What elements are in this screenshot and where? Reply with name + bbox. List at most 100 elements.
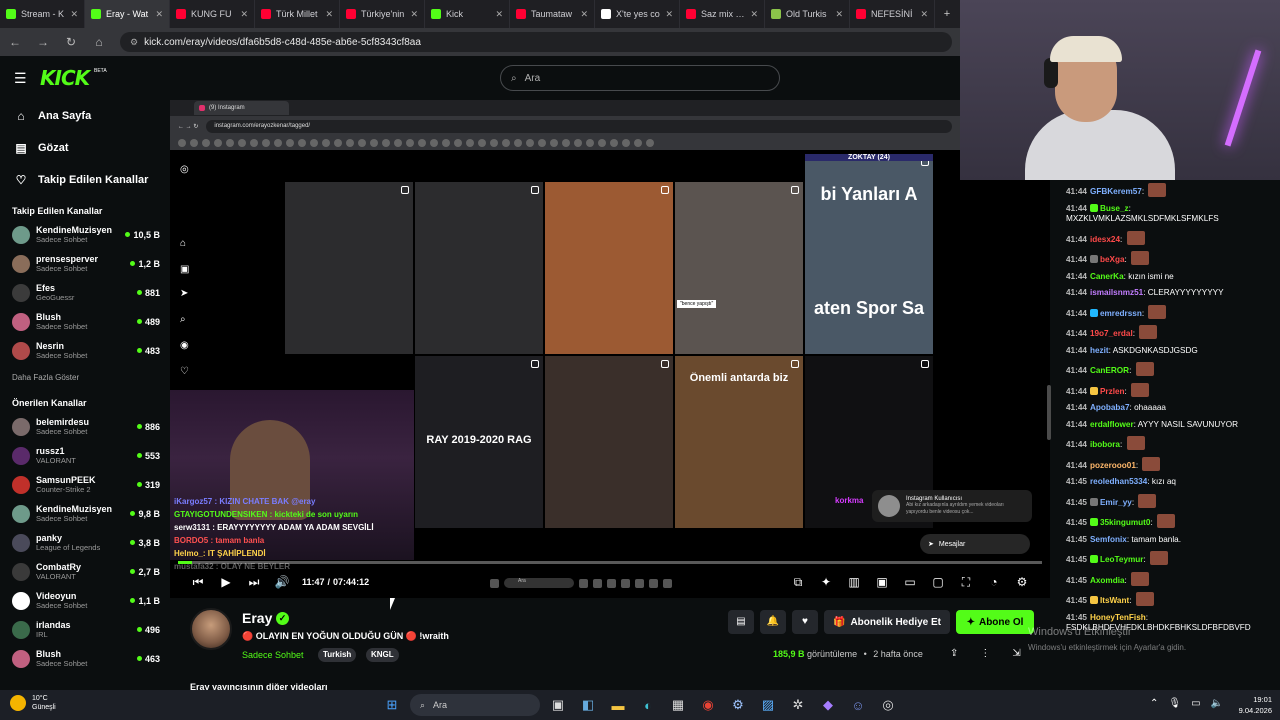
home-browser-icon[interactable]: ⌂ bbox=[92, 35, 106, 49]
subscribe-button[interactable]: ✦ Abone Ol bbox=[956, 610, 1034, 634]
weather-widget[interactable]: 10°C Güneşli bbox=[10, 694, 56, 712]
chat-username[interactable]: ibobora bbox=[1090, 440, 1120, 449]
tab-close-icon[interactable]: ✕ bbox=[495, 9, 503, 20]
back-icon[interactable]: ← bbox=[8, 35, 22, 49]
chat-username[interactable]: Semfonix bbox=[1090, 535, 1127, 544]
channel-item[interactable]: panky League of Legends 3,8 B bbox=[0, 528, 168, 557]
browser-tab[interactable]: Taumataw ✕ bbox=[510, 0, 595, 28]
play-icon[interactable]: ▶ bbox=[212, 575, 240, 589]
search-input[interactable]: ⌕ Ara bbox=[500, 65, 780, 91]
chat-username[interactable]: idesx24 bbox=[1090, 235, 1120, 244]
show-more-link[interactable]: Daha Fazla Göster bbox=[0, 365, 168, 388]
video-scrollbar[interactable] bbox=[1047, 385, 1051, 440]
chat-username[interactable]: 35kingumut0 bbox=[1100, 518, 1151, 527]
video-progress-bar[interactable] bbox=[178, 561, 1042, 564]
network-icon[interactable]: ▭ bbox=[1191, 698, 1200, 709]
tab-close-icon[interactable]: ✕ bbox=[750, 9, 758, 20]
channel-item[interactable]: Blush Sadece Sohbet 463 bbox=[0, 644, 168, 673]
channel-item[interactable]: russz1 VALORANT 553 bbox=[0, 441, 168, 470]
share-icon[interactable]: ⇪ bbox=[950, 648, 958, 659]
channel-name[interactable]: Eray bbox=[242, 610, 272, 626]
tab-close-icon[interactable]: ✕ bbox=[325, 9, 333, 20]
tab-close-icon[interactable]: ✕ bbox=[835, 9, 843, 20]
channel-avatar[interactable] bbox=[190, 608, 232, 650]
chat-username[interactable]: Buse_z bbox=[1100, 204, 1129, 213]
chat-username[interactable]: pozerooo01 bbox=[1090, 461, 1136, 470]
tab-close-icon[interactable]: ✕ bbox=[70, 9, 78, 20]
chat-username[interactable]: hezit bbox=[1090, 346, 1109, 355]
mic-icon[interactable]: 🎙 bbox=[1168, 698, 1181, 709]
chat-username[interactable]: Axomdia bbox=[1090, 576, 1125, 585]
chat-username[interactable]: Przlen bbox=[1100, 387, 1125, 396]
tag-chip[interactable]: KNGL bbox=[366, 648, 399, 662]
clip-icon[interactable]: ⧉ bbox=[784, 575, 812, 590]
nav-browse[interactable]: ▤ Gözat bbox=[0, 132, 168, 164]
speaker-icon[interactable]: 🔈 bbox=[1211, 698, 1223, 709]
channel-item[interactable]: Videoyun Sadece Sohbet 1,1 B bbox=[0, 586, 168, 615]
menu-icon[interactable]: ☰ bbox=[14, 70, 27, 87]
skip-back-icon[interactable]: ⏮ bbox=[184, 575, 212, 590]
browser-tab[interactable]: Saz mix - Y ✕ bbox=[680, 0, 765, 28]
store-icon[interactable]: ▦ bbox=[666, 693, 690, 717]
obs-icon[interactable]: ◎ bbox=[876, 693, 900, 717]
chat-username[interactable]: beXga bbox=[1100, 255, 1125, 264]
channel-item[interactable]: irlandas IRL 496 bbox=[0, 615, 168, 644]
channel-item[interactable]: prensesperver Sadece Sohbet 1,2 B bbox=[0, 249, 168, 278]
browser-tab[interactable]: Kick ✕ bbox=[425, 0, 510, 28]
app-icon[interactable]: ◆ bbox=[816, 693, 840, 717]
tag-chip[interactable]: Turkish bbox=[318, 648, 357, 662]
skip-forward-icon[interactable]: ⏭ bbox=[240, 575, 268, 590]
discord-icon[interactable]: ☺ bbox=[846, 693, 870, 717]
chat-username[interactable]: LeoTeymur bbox=[1100, 555, 1144, 564]
browser-tab[interactable]: Türk Millet ✕ bbox=[255, 0, 340, 28]
channel-item[interactable]: CombatRy VALORANT 2,7 B bbox=[0, 557, 168, 586]
cast-icon[interactable]: ▭ bbox=[896, 575, 924, 590]
tab-close-icon[interactable]: ✕ bbox=[410, 9, 418, 20]
speed-icon[interactable]: ◔ bbox=[980, 575, 1008, 590]
pip-icon[interactable]: ▣ bbox=[868, 575, 896, 590]
chat-username[interactable]: ItsWant bbox=[1100, 596, 1129, 605]
clip-list-icon[interactable]: ▤ bbox=[728, 610, 754, 634]
chat-username[interactable]: Apobaba7 bbox=[1090, 403, 1130, 412]
chat-username[interactable]: HoneyTenFish bbox=[1090, 613, 1146, 622]
widgets-icon[interactable]: ◧ bbox=[576, 693, 600, 717]
settings-icon[interactable]: ✲ bbox=[786, 693, 810, 717]
chat-username[interactable]: erdalflower bbox=[1090, 420, 1134, 429]
tray-chevron-icon[interactable]: ⌃ bbox=[1150, 698, 1158, 709]
browser-tab[interactable]: Stream - K ✕ bbox=[0, 0, 85, 28]
new-tab-icon[interactable]: + bbox=[935, 8, 959, 20]
channel-item[interactable]: KendineMuzisyen Sadece Sohbet 9,8 B bbox=[0, 499, 168, 528]
settings-gear-icon[interactable]: ⚙ bbox=[1008, 575, 1036, 590]
channel-item[interactable]: SamsunPEEK Counter-Strike 2 319 bbox=[0, 470, 168, 499]
tab-close-icon[interactable]: ✕ bbox=[155, 9, 163, 20]
fullscreen-icon[interactable]: ⛶ bbox=[952, 575, 980, 590]
chat-username[interactable]: CanEROR bbox=[1090, 366, 1129, 375]
photos-icon[interactable]: ▨ bbox=[756, 693, 780, 717]
channel-item[interactable]: Efes GeoGuessr 881 bbox=[0, 278, 168, 307]
file-explorer-icon[interactable]: ▬ bbox=[606, 693, 630, 717]
taskbar-search[interactable]: ⌕ Ara bbox=[410, 694, 540, 716]
tab-close-icon[interactable]: ✕ bbox=[240, 9, 248, 20]
channel-item[interactable]: Blush Sadece Sohbet 489 bbox=[0, 307, 168, 336]
bell-icon[interactable]: 🔔 bbox=[760, 610, 786, 634]
stats-icon[interactable]: ▥ bbox=[840, 575, 868, 590]
channel-item[interactable]: Nesrin Sadece Sohbet 483 bbox=[0, 336, 168, 365]
steam-icon[interactable]: ⚙ bbox=[726, 693, 750, 717]
site-info-icon[interactable]: ⚙ bbox=[130, 37, 138, 48]
more-options-icon[interactable]: ⋮ bbox=[980, 648, 990, 659]
windows-start-icon[interactable]: ⊞ bbox=[380, 693, 404, 717]
tab-close-icon[interactable]: ✕ bbox=[920, 9, 928, 20]
browser-tab[interactable]: X'te yes co ✕ bbox=[595, 0, 680, 28]
nav-home[interactable]: ⌂ Ana Sayfa bbox=[0, 100, 168, 132]
nav-heart[interactable]: ♡ Takip Edilen Kanallar bbox=[0, 164, 168, 196]
clock[interactable]: 19:01 9.04.2026 bbox=[1228, 694, 1272, 716]
follow-heart-icon[interactable]: ♥ bbox=[792, 610, 818, 634]
browser-tab[interactable]: Eray - Wat ✕ bbox=[85, 0, 170, 28]
task-view-icon[interactable]: ▣ bbox=[546, 693, 570, 717]
gift-subscription-button[interactable]: 🎁 Abonelik Hediye Et bbox=[824, 610, 950, 634]
video-player[interactable]: (9) Instagram ← → ↻ instagram.com/erayoz… bbox=[170, 100, 1050, 598]
browser-tab[interactable]: NEFESİNİ ✕ bbox=[850, 0, 935, 28]
chat-username[interactable]: emredrssn bbox=[1100, 309, 1142, 318]
volume-icon[interactable]: 🔊 bbox=[268, 575, 296, 589]
theater-icon[interactable]: ▢ bbox=[924, 575, 952, 590]
